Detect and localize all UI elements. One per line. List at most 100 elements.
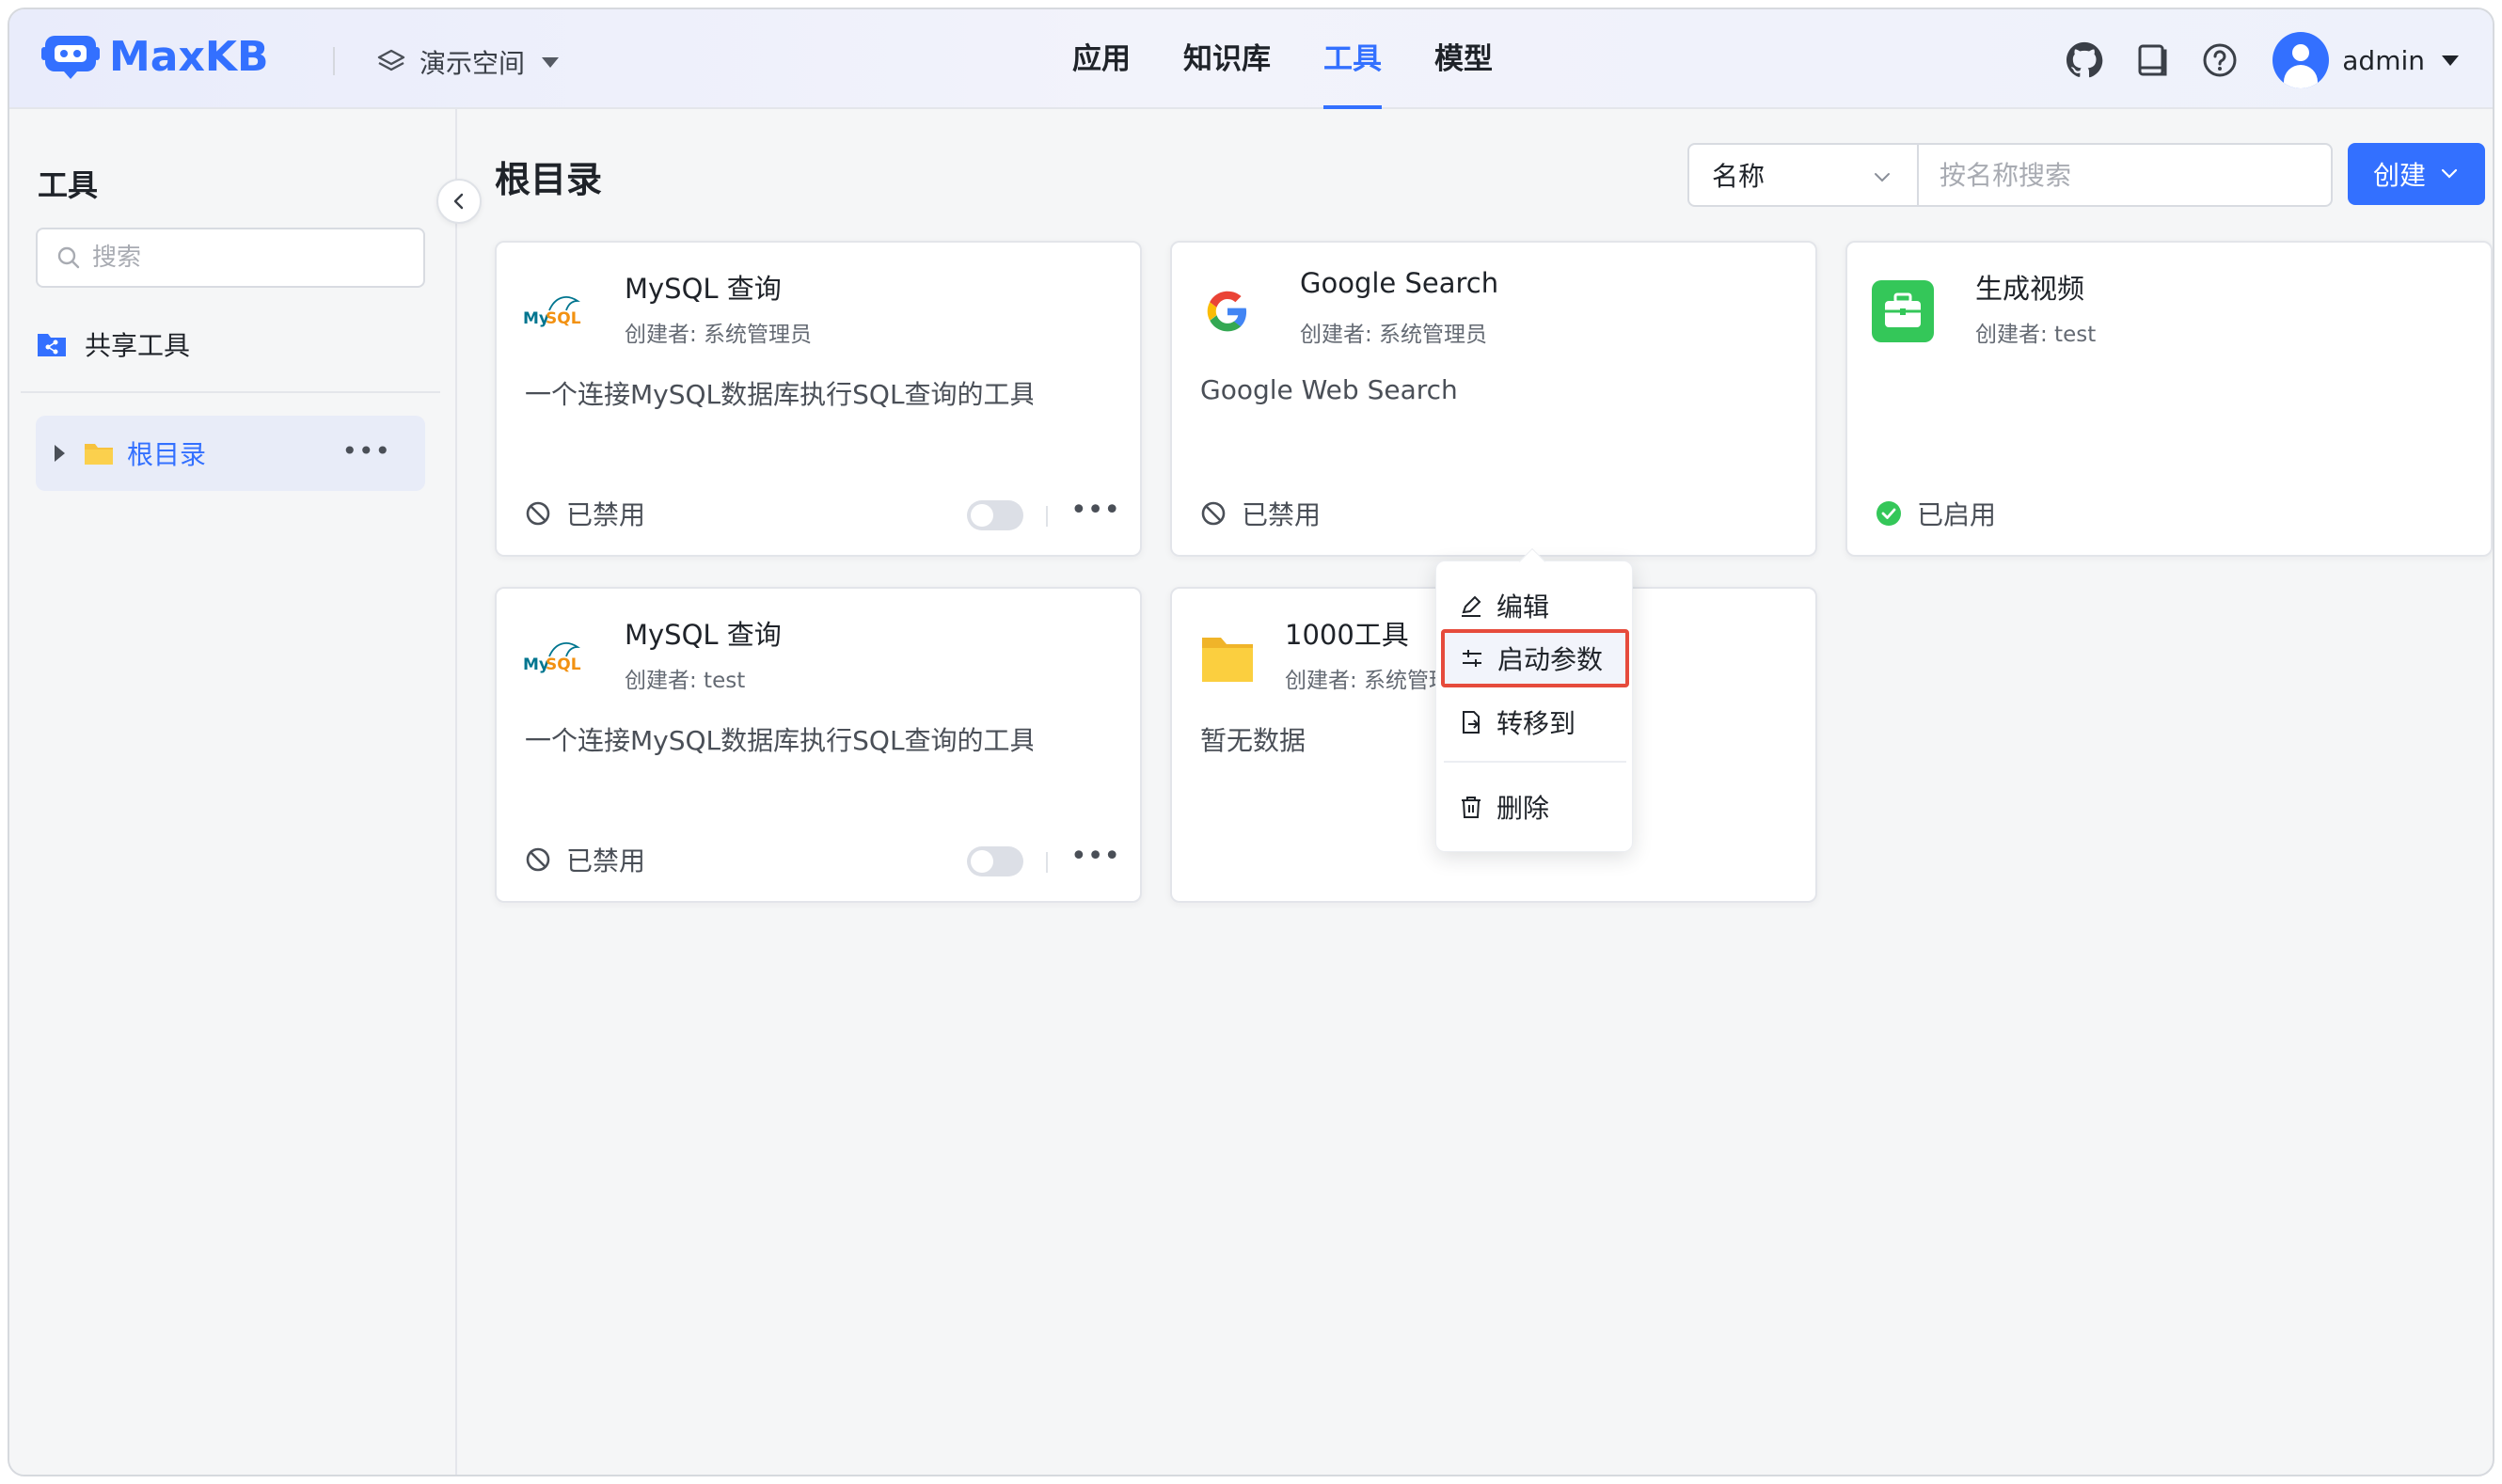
status-label: 已禁用	[566, 845, 646, 876]
robot-logo-icon	[41, 36, 100, 79]
folder-icon	[85, 444, 113, 465]
menu-item-label: 启动参数	[1497, 644, 1604, 675]
search-icon	[57, 246, 80, 269]
sidebar-search[interactable]	[36, 228, 425, 288]
divider	[1046, 852, 1048, 873]
chevron-down-icon	[1875, 173, 1890, 182]
menu-item-move-to[interactable]: 转移到	[1444, 693, 1626, 751]
sidebar-item-root[interactable]: 根目录 •••	[36, 416, 425, 491]
tool-card[interactable]: Google Search 创建者: 系统管理员 Google Web Sear…	[1170, 241, 1817, 557]
folder-icon	[1196, 626, 1259, 688]
menu-item-edit[interactable]: 编辑	[1444, 576, 1626, 635]
header-actions: admin	[2037, 32, 2459, 88]
filter-select-value: 名称	[1712, 161, 1766, 192]
card-creator: 创建者: 系统管理员	[625, 323, 813, 347]
menu-item-label: 删除	[1496, 793, 1550, 824]
name-search-input[interactable]	[1919, 145, 2323, 205]
sidebar-title: 工具	[38, 167, 99, 203]
toolbox-icon	[1872, 280, 1934, 342]
app-name: MaxKB	[109, 32, 269, 81]
menu-item-delete[interactable]: 删除	[1444, 778, 1626, 836]
card-title: 生成视频	[1975, 273, 2085, 305]
top-nav: 应用 知识库 工具 模型	[1072, 9, 1545, 109]
docs-icon[interactable]	[2131, 39, 2173, 81]
nav-knowledge[interactable]: 知识库	[1183, 9, 1271, 109]
card-status: 已禁用	[1200, 495, 1321, 532]
menu-divider	[1444, 761, 1626, 763]
disabled-icon	[526, 501, 550, 526]
enable-toggle[interactable]	[967, 846, 1023, 876]
card-description: Google Web Search	[1200, 374, 1458, 405]
svg-text:SQL: SQL	[546, 655, 581, 674]
page-title: 根目录	[495, 159, 603, 200]
sliders-icon	[1463, 650, 1481, 667]
card-creator: 创建者: 系统管理员	[1300, 323, 1488, 347]
mysql-logo-icon: My SQL	[521, 626, 583, 688]
edit-icon	[1462, 595, 1481, 617]
expand-arrow-icon[interactable]	[55, 445, 65, 462]
card-creator: 创建者: test	[625, 669, 746, 693]
more-icon[interactable]: •••	[1070, 843, 1120, 871]
menu-item-label: 编辑	[1496, 592, 1550, 623]
more-icon[interactable]: •••	[1070, 497, 1120, 525]
more-actions-menu: 编辑 启动参数 转移到 删除	[1435, 547, 1633, 852]
root-label: 根目录	[127, 439, 207, 470]
status-label: 已启用	[1917, 499, 1997, 530]
help-icon[interactable]	[2199, 39, 2241, 81]
sidebar: 工具 共享工具 根目录 •••	[9, 109, 457, 1475]
main-content: 根目录 名称 创建 MySQL MySQL 查询 创建者: 系统管理员 一个连接…	[459, 109, 2493, 1475]
caret-down-icon	[542, 56, 560, 68]
tool-card[interactable]: My SQL MySQL 查询 创建者: 系统管理员 一个连接MySQL数据库执行…	[495, 241, 1142, 557]
nav-models[interactable]: 模型	[1434, 9, 1493, 109]
card-status: 已禁用	[525, 495, 645, 532]
disabled-icon	[526, 847, 550, 872]
status-label: 已禁用	[566, 499, 646, 530]
card-title: Google Search	[1300, 267, 1499, 299]
filter-select[interactable]: 名称	[1689, 145, 1919, 205]
nav-tools[interactable]: 工具	[1323, 9, 1382, 109]
logo[interactable]: MaxKB	[41, 32, 269, 81]
disabled-icon	[1201, 501, 1226, 526]
card-status: 已禁用	[525, 841, 645, 878]
layers-icon	[377, 49, 405, 71]
create-label: 创建	[2372, 160, 2426, 191]
menu-item-startup-params[interactable]: 启动参数	[1441, 629, 1629, 687]
enable-toggle[interactable]	[967, 500, 1023, 530]
shared-folder-icon	[38, 334, 66, 356]
tool-card[interactable]: My SQL MySQL 查询 创建者: test 一个连接MySQL数据库执行S…	[495, 587, 1142, 903]
card-status: 已启用	[1876, 495, 1996, 532]
nav-apps[interactable]: 应用	[1072, 9, 1131, 109]
sidebar-item-shared-tools[interactable]: 共享工具	[36, 325, 190, 363]
status-label: 已禁用	[1242, 499, 1322, 530]
user-avatar[interactable]	[2272, 32, 2330, 88]
more-icon[interactable]: •••	[341, 438, 391, 465]
mysql-logo-icon: My SQL	[521, 280, 583, 342]
card-title: MySQL 查询	[625, 619, 782, 651]
header-divider	[333, 47, 335, 75]
divider	[1046, 506, 1048, 527]
card-title: MySQL 查询	[625, 273, 782, 305]
card-description: 一个连接MySQL数据库执行SQL查询的工具	[525, 725, 1033, 756]
shared-tools-label: 共享工具	[85, 330, 191, 361]
sidebar-divider	[21, 391, 440, 393]
caret-down-icon[interactable]	[2442, 55, 2459, 66]
svg-text:SQL: SQL	[546, 309, 581, 328]
trash-icon	[1462, 797, 1481, 818]
top-header: MaxKB 演示空间 应用 知识库 工具 模型 admin	[9, 9, 2493, 109]
menu-item-label: 转移到	[1496, 708, 1576, 739]
card-description: 一个连接MySQL数据库执行SQL查询的工具	[525, 379, 1033, 410]
card-title: 1000工具	[1285, 619, 1409, 651]
github-icon[interactable]	[2064, 39, 2105, 81]
search-filter: 名称	[1687, 143, 2333, 207]
tool-card[interactable]: 生成视频 创建者: test 已启用	[1845, 241, 2493, 557]
chevron-down-icon	[2441, 168, 2458, 179]
workspace-label: 演示空间	[420, 48, 526, 79]
app-window: MaxKB 演示空间 应用 知识库 工具 模型 admin 工具 搜索 共享工具…	[8, 8, 2494, 1476]
check-circle-icon	[1876, 501, 1901, 526]
sidebar-search-input[interactable]	[92, 244, 393, 272]
move-file-icon	[1463, 711, 1480, 734]
user-name[interactable]: admin	[2342, 45, 2425, 76]
workspace-selector[interactable]: 演示空间	[376, 43, 560, 81]
create-button[interactable]: 创建	[2348, 143, 2485, 205]
google-icon	[1196, 280, 1259, 342]
